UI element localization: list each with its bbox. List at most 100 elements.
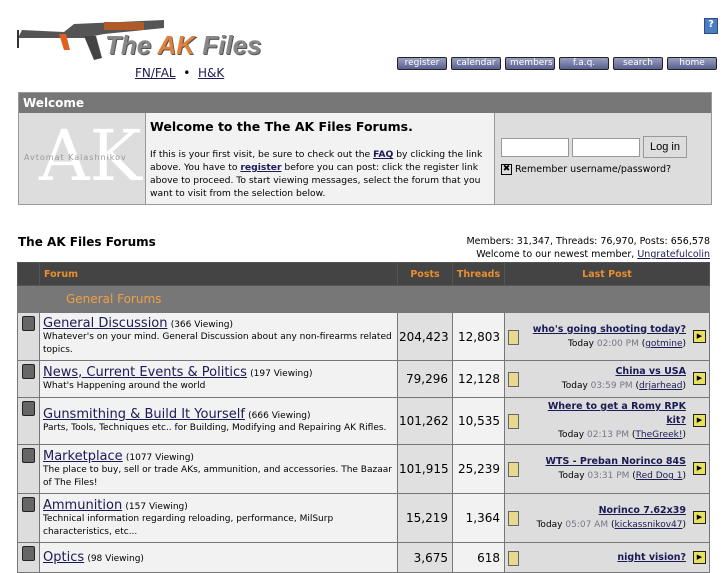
last-post-title[interactable]: who's going shooting today? (533, 324, 686, 335)
last-post-title[interactable]: China vs USA (615, 366, 686, 377)
register-link[interactable]: register (240, 162, 281, 173)
forum-row: General Discussion (366 Viewing) Whatever… (17, 312, 710, 361)
forum-description: What's Happening around the world (43, 381, 206, 391)
forum-row: Optics (98 Viewing) 3,675 618 night visi… (17, 542, 710, 573)
welcome-text: If this is your first visit, be sure to … (150, 149, 483, 199)
last-post-cell: China vs USA Today 03:59 PM (drjarhead) ▶ (504, 360, 710, 398)
viewing-count: (197 Viewing) (250, 369, 313, 379)
last-post-day: Today (536, 520, 563, 530)
nav-calendar-button[interactable]: calendar (451, 57, 501, 70)
go-to-last-post-icon[interactable]: ▶ (693, 550, 706, 564)
go-to-last-post-icon[interactable]: ▶ (693, 329, 706, 343)
nav-buttons: register calendar members f.a.q. search … (397, 57, 717, 70)
forum-link[interactable]: Marketplace (43, 449, 123, 464)
ak-logo: AK Avtomat Kalashnikov (19, 113, 146, 204)
last-post-cell: night vision? ▶ (504, 542, 710, 573)
last-post-cell: who's going shooting today? Today 02:00 P… (504, 312, 710, 361)
remember-label: Remember username/password? (515, 164, 672, 175)
last-post-time: 03:59 PM (590, 381, 633, 391)
faq-link[interactable]: FAQ (373, 149, 393, 160)
newest-member-link[interactable]: Ungratefulcolin (637, 249, 710, 260)
viewing-count: (1077 Viewing) (125, 452, 194, 463)
thread-icon (508, 372, 519, 387)
forum-info: General Discussion (366 Viewing) Whatever… (39, 312, 398, 361)
forum-info: Optics (98 Viewing) (39, 542, 398, 573)
col-last-post: Last Post (504, 262, 710, 286)
forum-status-icon (22, 316, 35, 331)
site-logo-text[interactable]: The AK Files (105, 30, 262, 61)
last-post-user[interactable]: Red Dog 1 (636, 471, 683, 481)
forums-title: The AK Files Forums (18, 235, 156, 249)
forum-status-icon (22, 364, 35, 379)
last-post-day: Today (558, 430, 585, 440)
help-icon[interactable]: ? (704, 18, 718, 34)
nav-members-button[interactable]: members (505, 57, 555, 70)
forum-link[interactable]: News, Current Events & Politics (43, 365, 247, 380)
thread-icon (508, 550, 519, 566)
forum-status-icon (22, 401, 35, 416)
viewing-count: (666 Viewing) (248, 411, 311, 421)
last-post-user[interactable]: drjarhead (639, 381, 682, 391)
posts-count: 101,915 (397, 444, 453, 494)
forum-table: Forum Posts Threads Last Post General Forum… (17, 262, 710, 573)
posts-count: 15,219 (397, 493, 453, 543)
nav-search-button[interactable]: search (613, 57, 663, 70)
remember-checkbox[interactable]: ✖ (501, 164, 512, 175)
forum-link[interactable]: Ammunition (43, 498, 122, 513)
posts-count: 101,262 (397, 397, 453, 445)
login-button[interactable]: Log in (643, 136, 687, 158)
forum-description: Technical information regarding reloadin… (43, 513, 334, 537)
sister-site-links: FN/FAL • H&K (135, 66, 224, 80)
password-input[interactable] (572, 138, 640, 157)
separator: • (183, 66, 191, 80)
last-post-cell: Norinco 7.62x39 Today 05:07 AM (kickassni… (504, 493, 710, 543)
last-post-title[interactable]: Where to get a Romy RPK kit? (548, 401, 686, 426)
forum-status-cell (17, 397, 40, 445)
forum-status-cell (17, 542, 40, 573)
forum-row: Ammunition (157 Viewing) Technical inform… (17, 493, 710, 543)
forum-link[interactable]: General Discussion (43, 316, 168, 331)
username-input[interactable] (501, 138, 569, 157)
forum-status-cell (17, 493, 40, 543)
last-post-time: 02:13 PM (587, 430, 629, 440)
nav-home-button[interactable]: home (667, 57, 717, 70)
thread-icon (508, 329, 519, 345)
forum-row: Gunsmithing & Build It Yourself (666 Vie… (17, 397, 710, 445)
last-post-day: Today (558, 471, 585, 481)
col-threads: Threads (452, 262, 505, 286)
link-fnfal[interactable]: FN/FAL (135, 66, 176, 80)
go-to-last-post-icon[interactable]: ▶ (693, 511, 706, 524)
last-post-title[interactable]: WTS - Preban Norinco 84S (546, 456, 686, 467)
welcome-header: Welcome (19, 93, 711, 113)
last-post-title[interactable]: Norinco 7.62x39 (599, 505, 686, 516)
last-post-cell: Where to get a Romy RPK kit? Today 02:13 … (504, 397, 710, 445)
last-post-title[interactable]: night vision? (617, 552, 686, 563)
nav-faq-button[interactable]: f.a.q. (559, 57, 609, 70)
thread-icon (508, 414, 519, 429)
forum-description: The place to buy, sell or trade AKs, amm… (43, 464, 392, 488)
forum-status-cell (17, 360, 40, 398)
forum-link[interactable]: Gunsmithing & Build It Yourself (43, 407, 245, 422)
category-general-forums[interactable]: General Forums (17, 285, 710, 313)
last-post-user[interactable]: gotmine (645, 339, 682, 349)
link-hk[interactable]: H&K (198, 66, 224, 80)
go-to-last-post-icon[interactable]: ▶ (693, 462, 706, 475)
forum-status-cell (17, 444, 40, 494)
viewing-count: (157 Viewing) (125, 501, 188, 512)
threads-count: 618 (452, 542, 505, 573)
go-to-last-post-icon[interactable]: ▶ (693, 414, 706, 427)
thread-icon (508, 462, 519, 477)
welcome-message: Welcome to the The AK Files Forums. If t… (146, 113, 495, 204)
forum-link[interactable]: Optics (43, 550, 84, 565)
forum-stats: Members: 31,347, Threads: 76,970, Posts:… (466, 236, 710, 260)
go-to-last-post-icon[interactable]: ▶ (693, 372, 706, 385)
threads-count: 25,239 (452, 444, 505, 494)
last-post-time: 02:00 PM (596, 338, 639, 349)
nav-register-button[interactable]: register (397, 57, 447, 70)
last-post-day: Today (567, 338, 594, 349)
col-posts: Posts (397, 262, 453, 286)
last-post-user[interactable]: kickassnikov47 (614, 520, 682, 530)
last-post-user[interactable]: TheGreek! (635, 430, 682, 440)
last-post-day: Today (561, 381, 588, 391)
thread-icon (508, 511, 519, 526)
